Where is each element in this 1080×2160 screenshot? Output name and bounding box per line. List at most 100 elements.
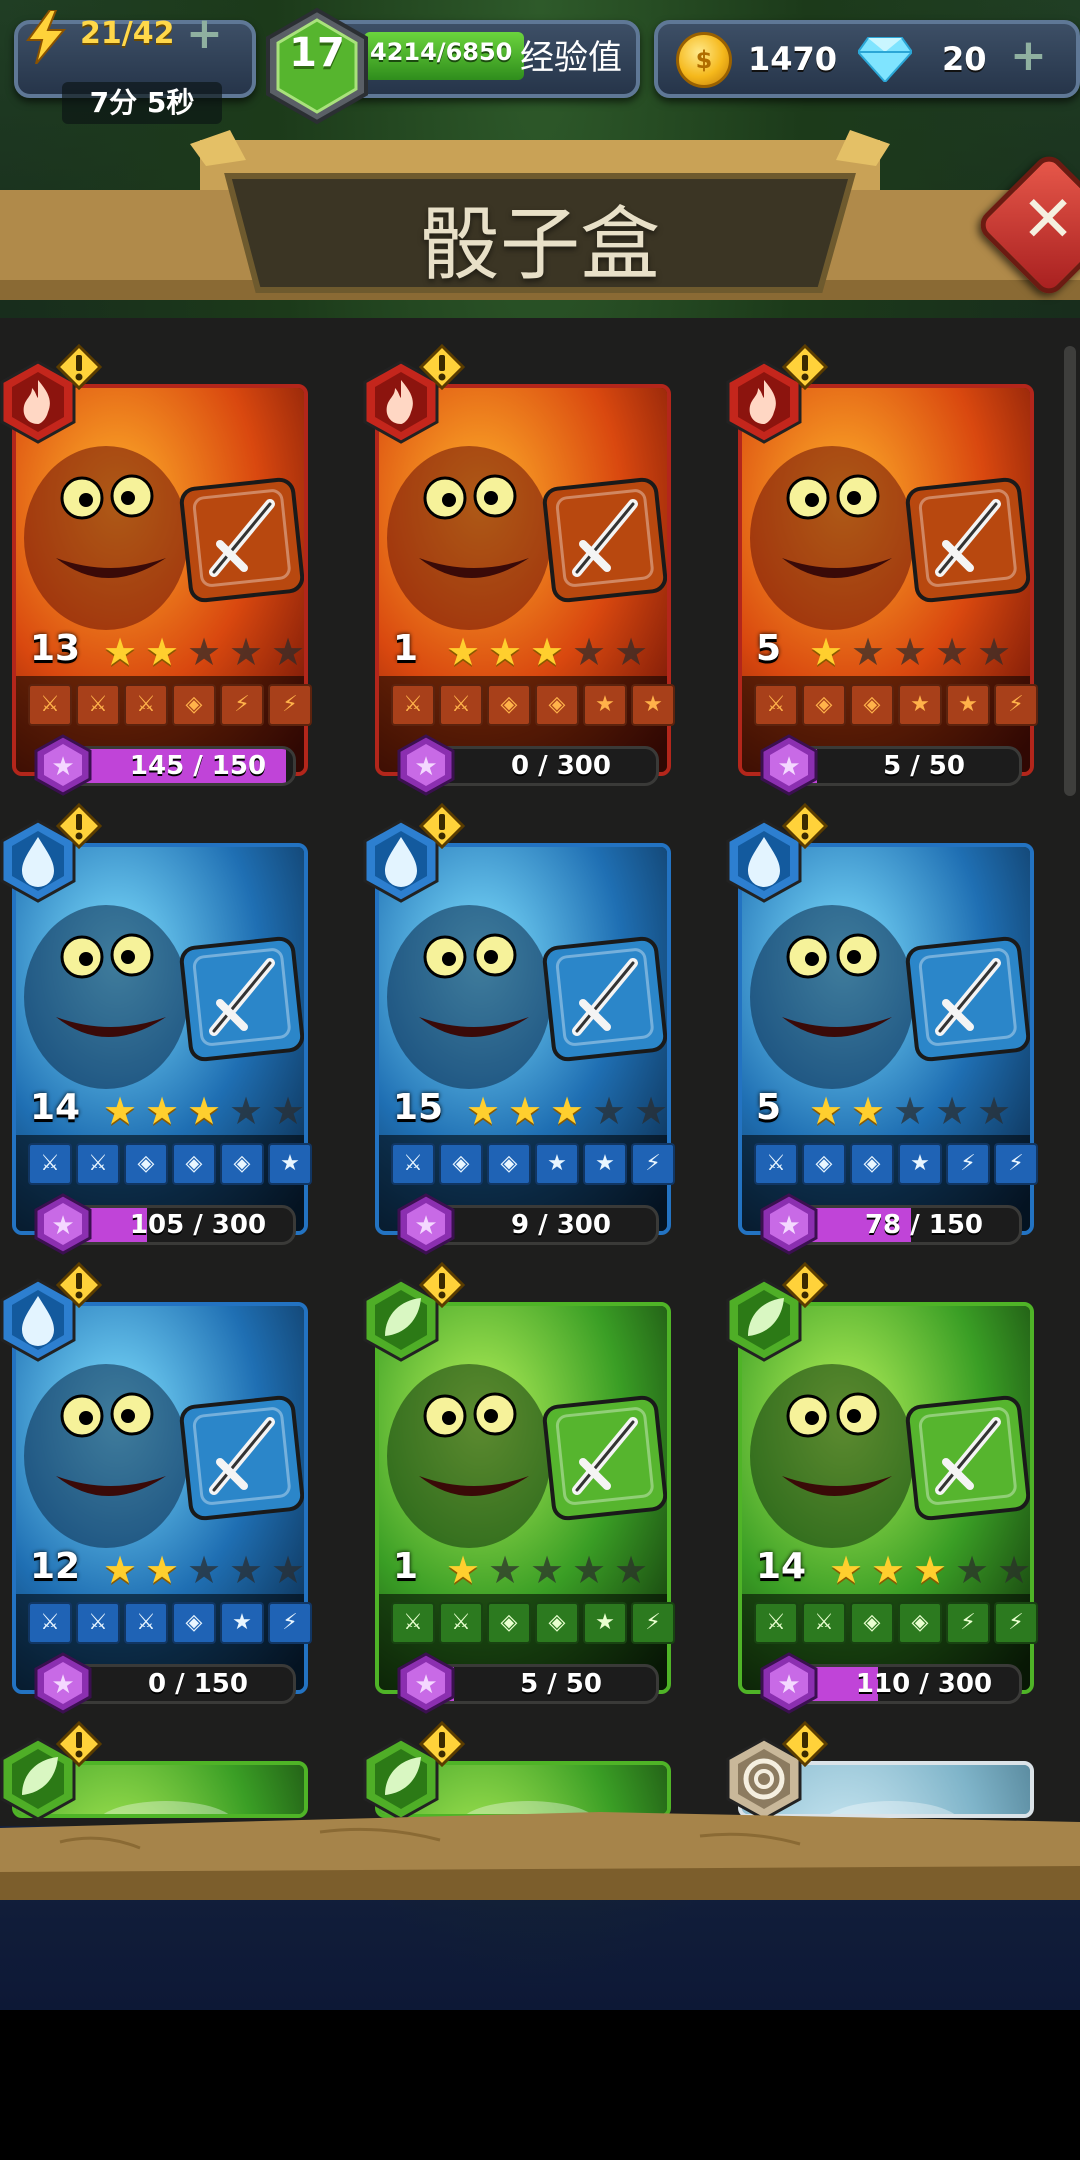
bolt-face-icon: ⚡ <box>268 1602 312 1644</box>
dice-faces: ⚔ ⚔ ◈ ◈ ★ ⚡ <box>391 1602 675 1644</box>
bolt-face-icon: ⚡ <box>946 1602 990 1644</box>
upgrade-progress-text: 0 / 300 <box>511 751 611 781</box>
exclamation-icon <box>56 803 102 849</box>
exclamation-icon <box>56 1262 102 1308</box>
star-icon: ★ <box>144 1089 180 1133</box>
star-face-icon: ★ <box>583 1602 627 1644</box>
scrollbar[interactable] <box>1064 346 1076 796</box>
creature-illustration <box>24 1364 188 1548</box>
upgrade-progress-bar: 5 / 50 <box>429 1664 659 1704</box>
exclamation-icon <box>419 1721 465 1767</box>
star-face-icon: ★ <box>898 684 942 726</box>
upgrade-progress-bar: 110 / 300 <box>792 1664 1022 1704</box>
star-icon: ★ <box>912 1548 948 1592</box>
dice-icon <box>179 477 304 603</box>
star-rating: ★ ★ ★ ★ ★ <box>806 632 1014 672</box>
add-gems-button[interactable]: + <box>1010 34 1047 78</box>
sword-face-icon: ⚔ <box>439 1602 483 1644</box>
star-face-icon: ★ <box>631 684 675 726</box>
star-rating: ★ ★ ★ ★ ★ <box>826 1550 1034 1590</box>
star-icon: ★ <box>445 630 481 674</box>
dice-icon <box>905 477 1030 603</box>
xp-value: 4214/6850 <box>370 38 513 66</box>
diamond-gem-icon <box>858 37 912 82</box>
sword-face-icon: ⚔ <box>439 684 483 726</box>
exclamation-icon <box>419 1262 465 1308</box>
dice-faces: ⚔ ◈ ◈ ★ ★ ⚡ <box>754 684 1038 726</box>
sword-face-icon: ⚔ <box>391 1143 435 1185</box>
upgrade-progress-bar: 9 / 300 <box>429 1205 659 1245</box>
star-icon: ★ <box>186 630 222 674</box>
dice-faces: ⚔ ◈ ◈ ★ ★ ⚡ <box>391 1143 675 1185</box>
bolt-face-icon: ⚡ <box>994 1143 1038 1185</box>
dice-icon <box>905 936 1030 1062</box>
star-icon: ★ <box>529 630 565 674</box>
creature-illustration <box>750 905 914 1089</box>
shield-face-icon: ◈ <box>487 684 531 726</box>
exclamation-icon <box>782 1262 828 1308</box>
star-icon: ★ <box>102 1089 138 1133</box>
star-icon: ★ <box>270 1089 306 1133</box>
shield-face-icon: ◈ <box>850 684 894 726</box>
sword-face-icon: ⚔ <box>391 1602 435 1644</box>
shield-face-icon: ◈ <box>802 684 846 726</box>
star-face-icon: ★ <box>583 684 627 726</box>
star-icon: ★ <box>633 1089 669 1133</box>
coin-value: 1470 <box>748 40 838 78</box>
star-icon: ★ <box>828 1548 864 1592</box>
svg-text:★: ★ <box>777 752 800 782</box>
dice-level: 14 <box>30 1087 81 1128</box>
dice-icon <box>542 936 667 1062</box>
close-icon[interactable]: ✕ <box>1008 180 1080 260</box>
creature-illustration <box>24 446 188 630</box>
shield-face-icon: ◈ <box>535 1602 579 1644</box>
shield-face-icon: ◈ <box>439 1143 483 1185</box>
star-face-icon: ★ <box>946 684 990 726</box>
star-icon: ★ <box>613 1548 649 1592</box>
bottom-letterbox <box>0 2010 1080 2160</box>
upgrade-progress-text: 9 / 300 <box>511 1210 611 1240</box>
upgrade-progress-bar: 145 / 150 <box>66 746 296 786</box>
svg-text:★: ★ <box>777 1670 800 1700</box>
star-face-icon: ★ <box>268 1143 312 1185</box>
svg-text:★: ★ <box>51 1211 74 1241</box>
upgrade-progress-text: 0 / 150 <box>148 1669 248 1699</box>
sword-face-icon: ⚔ <box>802 1602 846 1644</box>
dice-level: 5 <box>756 1087 782 1128</box>
shield-face-icon: ◈ <box>124 1143 168 1185</box>
star-icon: ★ <box>571 1548 607 1592</box>
star-icon: ★ <box>549 1089 585 1133</box>
dice-icon <box>542 477 667 603</box>
upgrade-progress-bar: 5 / 50 <box>792 746 1022 786</box>
star-icon: ★ <box>892 630 928 674</box>
exclamation-icon <box>782 803 828 849</box>
svg-text:★: ★ <box>414 752 437 782</box>
star-rating: ★ ★ ★ ★ ★ <box>463 1091 671 1131</box>
star-face-icon: ★ <box>898 1143 942 1185</box>
dice-faces: ⚔ ⚔ ⚔ ◈ ★ ⚡ <box>28 1602 312 1644</box>
star-icon: ★ <box>571 630 607 674</box>
star-icon: ★ <box>487 1548 523 1592</box>
upgrade-star-gem-icon: ★ <box>760 1193 818 1255</box>
svg-text:★: ★ <box>51 1670 74 1700</box>
bolt-face-icon: ⚡ <box>220 684 264 726</box>
star-icon: ★ <box>892 1089 928 1133</box>
upgrade-progress-text: 5 / 50 <box>520 1669 602 1699</box>
sword-face-icon: ⚔ <box>28 684 72 726</box>
bolt-face-icon: ⚡ <box>946 1143 990 1185</box>
exclamation-icon <box>56 344 102 390</box>
star-face-icon: ★ <box>220 1602 264 1644</box>
sword-face-icon: ⚔ <box>391 684 435 726</box>
dice-level: 14 <box>756 1546 807 1587</box>
sword-face-icon: ⚔ <box>76 684 120 726</box>
svg-text:★: ★ <box>51 752 74 782</box>
star-icon: ★ <box>270 630 306 674</box>
svg-text:★: ★ <box>414 1211 437 1241</box>
energy-value: 21/42 <box>80 16 175 51</box>
shield-face-icon: ◈ <box>850 1602 894 1644</box>
upgrade-star-gem-icon: ★ <box>34 734 92 796</box>
sword-face-icon: ⚔ <box>754 684 798 726</box>
shield-face-icon: ◈ <box>220 1143 264 1185</box>
star-icon: ★ <box>445 1548 481 1592</box>
add-energy-button[interactable]: + <box>186 12 223 56</box>
